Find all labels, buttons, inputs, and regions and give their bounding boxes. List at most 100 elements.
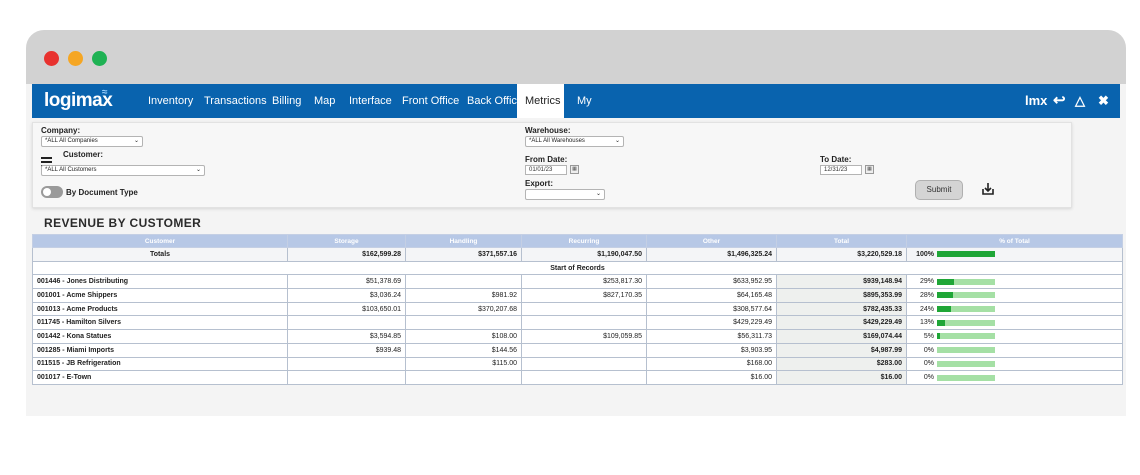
nav-item-interface[interactable]: Interface	[343, 84, 398, 118]
calendar-icon[interactable]: ▦	[865, 165, 874, 174]
progress-bar-fill	[937, 306, 951, 313]
to-date-input[interactable]: 12/31/23	[820, 165, 862, 175]
logimax-logo[interactable]: logimax ≈	[44, 87, 113, 112]
pct-value: 28%	[919, 291, 934, 299]
nav-item-my[interactable]: My	[571, 84, 598, 118]
pct-value: 0%	[923, 360, 934, 368]
storage-cell	[287, 315, 406, 331]
column-header-storage[interactable]: Storage	[287, 234, 406, 248]
recurring-cell	[521, 356, 647, 372]
user-label[interactable]: lmx	[1025, 84, 1047, 118]
other-cell: $64,165.48	[646, 288, 777, 303]
from-date-label: From Date:	[525, 155, 568, 164]
column-header-customer[interactable]: Customer	[32, 234, 288, 248]
storage-cell: $3,594.85	[287, 329, 406, 344]
handling-cell	[405, 315, 522, 331]
submit-button[interactable]: Submit	[915, 180, 963, 200]
start-of-records-label: Start of Records	[32, 260, 1123, 276]
to-date-label: To Date:	[820, 155, 852, 164]
warehouse-select[interactable]: *ALL All Warehouses ⌄	[525, 136, 624, 147]
nav-item-inventory[interactable]: Inventory	[142, 84, 199, 118]
nav-item-front-office[interactable]: Front Office	[396, 84, 465, 118]
other-cell: $168.00	[646, 356, 777, 372]
total-cell: $283.00	[776, 356, 907, 372]
progress-bar	[937, 319, 995, 326]
calendar-icon[interactable]: ▦	[570, 165, 579, 174]
pct-value: 24%	[919, 305, 934, 313]
pct-value: 13%	[919, 319, 934, 327]
column-header-recurring[interactable]: Recurring	[521, 234, 647, 248]
other-cell: $633,952.95	[646, 274, 777, 290]
table-row[interactable]: 011745 - Hamilton Silvers $429,229.49 $429…	[32, 315, 1123, 331]
table-row[interactable]: 001446 - Jones Distributing $51,378.69 $25…	[32, 274, 1123, 290]
maximize-window-button[interactable]	[92, 51, 107, 66]
totals-other: $1,496,325.24	[646, 247, 777, 262]
company-label: Company:	[41, 126, 81, 135]
customer-cell: 001442 - Kona Statues	[32, 329, 288, 344]
customer-select[interactable]: *ALL All Customers ⌄	[41, 165, 205, 176]
close-icon[interactable]: ✖	[1098, 84, 1109, 118]
storage-cell	[287, 356, 406, 372]
pct-cell: 13%	[906, 315, 1123, 331]
column-header-pct-total[interactable]: % of Total	[906, 234, 1123, 248]
progress-bar	[937, 278, 995, 285]
column-header-total[interactable]: Total	[776, 234, 907, 248]
totals-label: Totals	[32, 247, 288, 262]
column-header-other[interactable]: Other	[646, 234, 777, 248]
alert-triangle-icon[interactable]: △	[1075, 84, 1085, 118]
totals-storage: $162,599.28	[287, 247, 406, 262]
table-row[interactable]: 001442 - Kona Statues $3,594.85 $108.00 $10…	[32, 329, 1123, 344]
total-cell: $782,435.33	[776, 301, 907, 317]
handling-cell	[405, 274, 522, 290]
progress-bar	[937, 251, 995, 258]
close-window-button[interactable]	[44, 51, 59, 66]
total-cell: $939,148.94	[776, 274, 907, 290]
from-date-input[interactable]: 01/01/23	[525, 165, 567, 175]
column-header-handling[interactable]: Handling	[405, 234, 522, 248]
other-cell: $56,311.73	[646, 329, 777, 344]
chevron-down-icon: ⌄	[195, 167, 201, 173]
customer-cell: 001001 - Acme Shippers	[32, 288, 288, 303]
totals-recurring: $1,190,047.50	[521, 247, 647, 262]
handling-cell: $370,207.68	[405, 301, 522, 317]
pct-cell: 0%	[906, 342, 1123, 358]
totals-row: Totals $162,599.28 $371,557.16 $1,190,04…	[32, 247, 1123, 262]
progress-bar-fill	[937, 333, 940, 340]
chevron-down-icon: ⌄	[133, 138, 139, 144]
export-select[interactable]: ⌄	[525, 189, 605, 200]
customer-cell: 001013 - Acme Products	[32, 301, 288, 317]
browser-window: logimax ≈ Inventory Transactions Billing …	[26, 30, 1126, 416]
document-type-label: By Document Type	[66, 188, 138, 197]
progress-bar	[937, 347, 995, 354]
progress-bar-fill	[937, 319, 945, 326]
customer-cell: 001446 - Jones Distributing	[32, 274, 288, 290]
recurring-cell	[521, 370, 647, 385]
customer-cell: 001017 - E-Town	[32, 370, 288, 385]
table-row[interactable]: 001001 - Acme Shippers $3,036.24 $981.92 $8…	[32, 288, 1123, 303]
nav-item-billing[interactable]: Billing	[266, 84, 307, 118]
storage-cell	[287, 370, 406, 385]
download-icon[interactable]	[981, 182, 995, 196]
chevron-down-icon: ⌄	[595, 191, 601, 197]
storage-cell: $51,378.69	[287, 274, 406, 290]
nav-item-map[interactable]: Map	[308, 84, 341, 118]
nav-item-transactions[interactable]: Transactions	[198, 84, 273, 118]
handling-cell: $115.00	[405, 356, 522, 372]
table-row[interactable]: 001285 - Miami Imports $939.48 $144.56 $3,9…	[32, 342, 1123, 358]
start-of-records-row: Start of Records	[32, 260, 1123, 276]
table-row[interactable]: 001017 - E-Town $16.00 $16.00 0%	[32, 370, 1123, 385]
table-row[interactable]: 001013 - Acme Products $103,650.01 $370,20…	[32, 301, 1123, 317]
export-label: Export:	[525, 179, 553, 188]
table-row[interactable]: 011515 - JB Refrigeration $115.00 $168.00 $…	[32, 356, 1123, 372]
progress-bar	[937, 374, 995, 381]
nav-item-metrics[interactable]: Metrics	[517, 84, 564, 118]
document-type-toggle[interactable]	[41, 186, 63, 198]
back-arrow-icon[interactable]: ↩	[1053, 84, 1066, 118]
minimize-window-button[interactable]	[68, 51, 83, 66]
company-select[interactable]: *ALL All Companies ⌄	[41, 136, 143, 147]
recurring-cell	[521, 301, 647, 317]
pct-value: 0%	[923, 374, 934, 382]
other-cell: $308,577.64	[646, 301, 777, 317]
total-cell: $895,353.99	[776, 288, 907, 303]
handling-cell: $144.56	[405, 342, 522, 358]
